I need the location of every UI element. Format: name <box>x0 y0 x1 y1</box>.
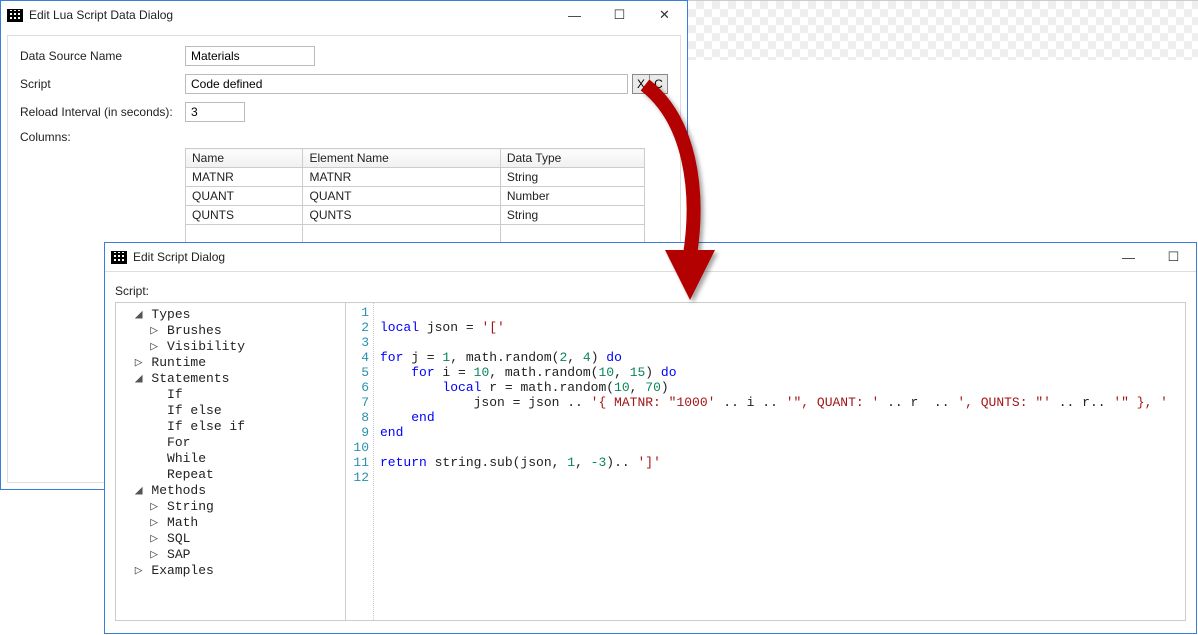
column-header[interactable]: Name <box>186 149 303 168</box>
maximize-button[interactable]: ☐ <box>597 1 642 29</box>
tree-node[interactable]: ▷ Visibility <box>118 339 343 355</box>
tree-node[interactable]: ◢ Types <box>118 307 343 323</box>
tree-toggle-icon <box>149 387 159 403</box>
table-row[interactable]: QUANTQUANTNumber <box>186 187 645 206</box>
tree-toggle-icon[interactable]: ◢ <box>134 371 144 387</box>
tree-toggle-icon[interactable]: ▷ <box>134 563 144 579</box>
columns-label: Columns: <box>20 130 668 144</box>
tree-node[interactable]: ▷ Runtime <box>118 355 343 371</box>
tree-toggle-icon <box>149 467 159 483</box>
tree-toggle-icon[interactable]: ▷ <box>149 339 159 355</box>
reload-input[interactable] <box>185 102 245 122</box>
app-icon <box>111 251 127 264</box>
close-button[interactable]: ✕ <box>642 1 687 29</box>
table-row[interactable] <box>186 225 645 243</box>
minimize-button[interactable]: — <box>552 1 597 29</box>
script-c-button[interactable]: C <box>650 74 668 94</box>
column-header[interactable]: Element Name <box>303 149 500 168</box>
edit-script-dialog: Edit Script Dialog — ☐ Script: ◢ Types ▷… <box>104 242 1197 634</box>
window-controls: — ☐ <box>1106 243 1196 271</box>
reload-label: Reload Interval (in seconds): <box>20 105 185 119</box>
script-x-button[interactable]: X <box>632 74 650 94</box>
maximize-button[interactable]: ☐ <box>1151 243 1196 271</box>
window-title: Edit Lua Script Data Dialog <box>29 8 173 22</box>
tree-node[interactable]: ▷ String <box>118 499 343 515</box>
tree-toggle-icon[interactable]: ▷ <box>149 515 159 531</box>
tree-node[interactable]: ▷ SAP <box>118 547 343 563</box>
tree-toggle-icon <box>149 435 159 451</box>
script-label: Script <box>20 77 185 91</box>
tree-node[interactable]: ▷ Math <box>118 515 343 531</box>
tree-node[interactable]: If else <box>118 403 343 419</box>
tree-node[interactable]: ◢ Statements <box>118 371 343 387</box>
tree-node[interactable]: Repeat <box>118 467 343 483</box>
script-label: Script: <box>115 284 1186 298</box>
data-source-input[interactable] <box>185 46 315 66</box>
line-gutter: 123456789101112 <box>346 303 374 620</box>
code-area[interactable]: local json = '[' for j = 1, math.random(… <box>374 303 1174 620</box>
tree-toggle-icon[interactable]: ▷ <box>149 499 159 515</box>
tree-toggle-icon <box>149 451 159 467</box>
code-editor[interactable]: 123456789101112 local json = '[' for j =… <box>346 303 1185 620</box>
tree-toggle-icon[interactable]: ▷ <box>149 531 159 547</box>
table-row[interactable]: QUNTSQUNTSString <box>186 206 645 225</box>
tree-node[interactable]: ▷ Brushes <box>118 323 343 339</box>
tree-toggle-icon[interactable]: ◢ <box>134 307 144 323</box>
minimize-button[interactable]: — <box>1106 243 1151 271</box>
checker-background <box>688 0 1198 60</box>
tree-node[interactable]: ▷ SQL <box>118 531 343 547</box>
tree-toggle-icon[interactable]: ▷ <box>134 355 144 371</box>
tree-toggle-icon <box>149 403 159 419</box>
data-source-label: Data Source Name <box>20 49 185 63</box>
tree-node[interactable]: While <box>118 451 343 467</box>
titlebar[interactable]: Edit Lua Script Data Dialog — ☐ ✕ <box>1 1 687 29</box>
table-row[interactable]: MATNRMATNRString <box>186 168 645 187</box>
tree-toggle-icon[interactable]: ▷ <box>149 323 159 339</box>
tree-toggle-icon <box>149 419 159 435</box>
tree-node[interactable]: ▷ Examples <box>118 563 343 579</box>
tree-node[interactable]: ◢ Methods <box>118 483 343 499</box>
app-icon <box>7 9 23 22</box>
columns-table[interactable]: NameElement NameData Type MATNRMATNRStri… <box>185 148 645 243</box>
script-input[interactable] <box>185 74 628 94</box>
tree-node[interactable]: If <box>118 387 343 403</box>
tree-node[interactable]: If else if <box>118 419 343 435</box>
tree-toggle-icon[interactable]: ◢ <box>134 483 144 499</box>
titlebar[interactable]: Edit Script Dialog — ☐ <box>105 243 1196 271</box>
column-header[interactable]: Data Type <box>500 149 644 168</box>
snippet-tree[interactable]: ◢ Types ▷ Brushes ▷ Visibility ▷ Runtime… <box>116 303 346 620</box>
window-title: Edit Script Dialog <box>133 250 225 264</box>
window-controls: — ☐ ✕ <box>552 1 687 29</box>
tree-node[interactable]: For <box>118 435 343 451</box>
tree-toggle-icon[interactable]: ▷ <box>149 547 159 563</box>
